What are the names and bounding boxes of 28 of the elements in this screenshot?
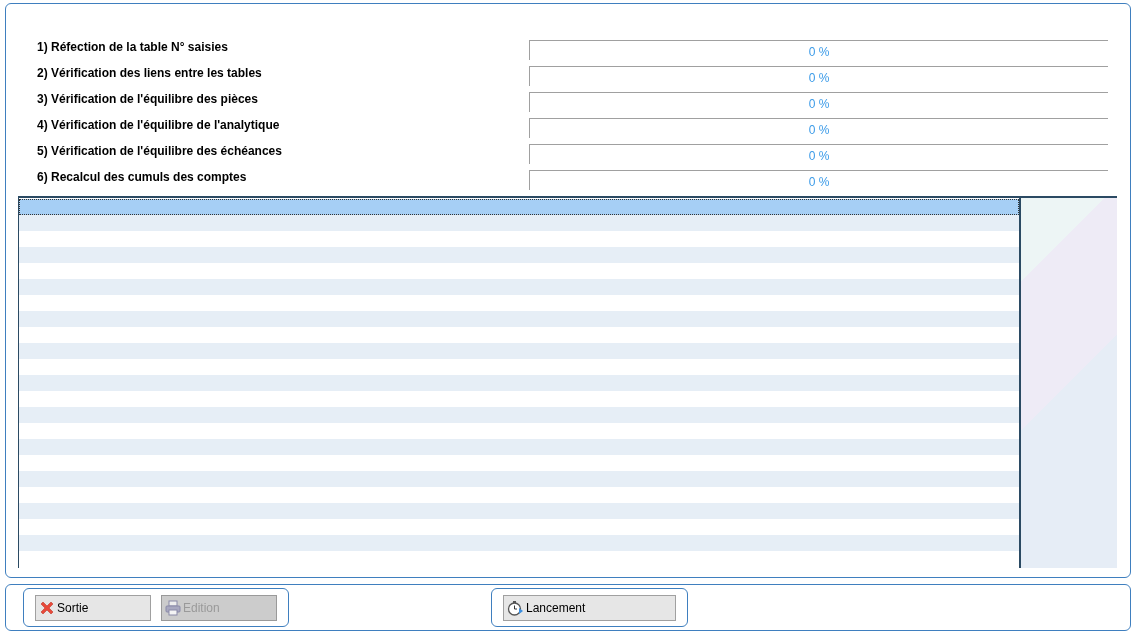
step-label: 2) Vérification des liens entre les tables: [36, 65, 263, 82]
grid-row[interactable]: [19, 247, 1019, 263]
progress-reading: 0 %: [807, 44, 831, 61]
step-label: 5) Vérification de l'équilibre des échéances: [36, 143, 283, 160]
selected-row[interactable]: [19, 199, 1019, 215]
grid-row[interactable]: [19, 279, 1019, 295]
progress-reading: 0 %: [807, 70, 831, 87]
progress-reading: 0 %: [807, 174, 831, 191]
grid-row[interactable]: [19, 375, 1019, 391]
action-button[interactable]: Sortie: [35, 594, 151, 621]
grid-row[interactable]: [19, 407, 1019, 423]
grid-row[interactable]: [19, 503, 1019, 519]
progress-reading: 0 %: [807, 148, 831, 165]
step-label: 6) Recalcul des cumuls des comptes: [36, 169, 248, 186]
grid-row[interactable]: [19, 535, 1019, 551]
action-button[interactable]: Lancement: [503, 594, 676, 621]
grid-row[interactable]: [19, 471, 1019, 487]
step-label: 1) Réfection de la table N° saisies: [36, 39, 229, 56]
cross-icon: [39, 599, 55, 616]
progress-reading: 0 %: [807, 122, 831, 139]
grid-row[interactable]: [19, 311, 1019, 327]
printer-icon: [165, 599, 181, 616]
progress-reading: 0 %: [807, 96, 831, 113]
grid-row[interactable]: [19, 439, 1019, 455]
stopwatch-icon: [507, 599, 524, 616]
grid-row[interactable]: [19, 343, 1019, 359]
step-label: 4) Vérification de l'équilibre de l'analytique: [36, 117, 281, 134]
step-label: 3) Vérification de l'équilibre des pièces: [36, 91, 259, 108]
